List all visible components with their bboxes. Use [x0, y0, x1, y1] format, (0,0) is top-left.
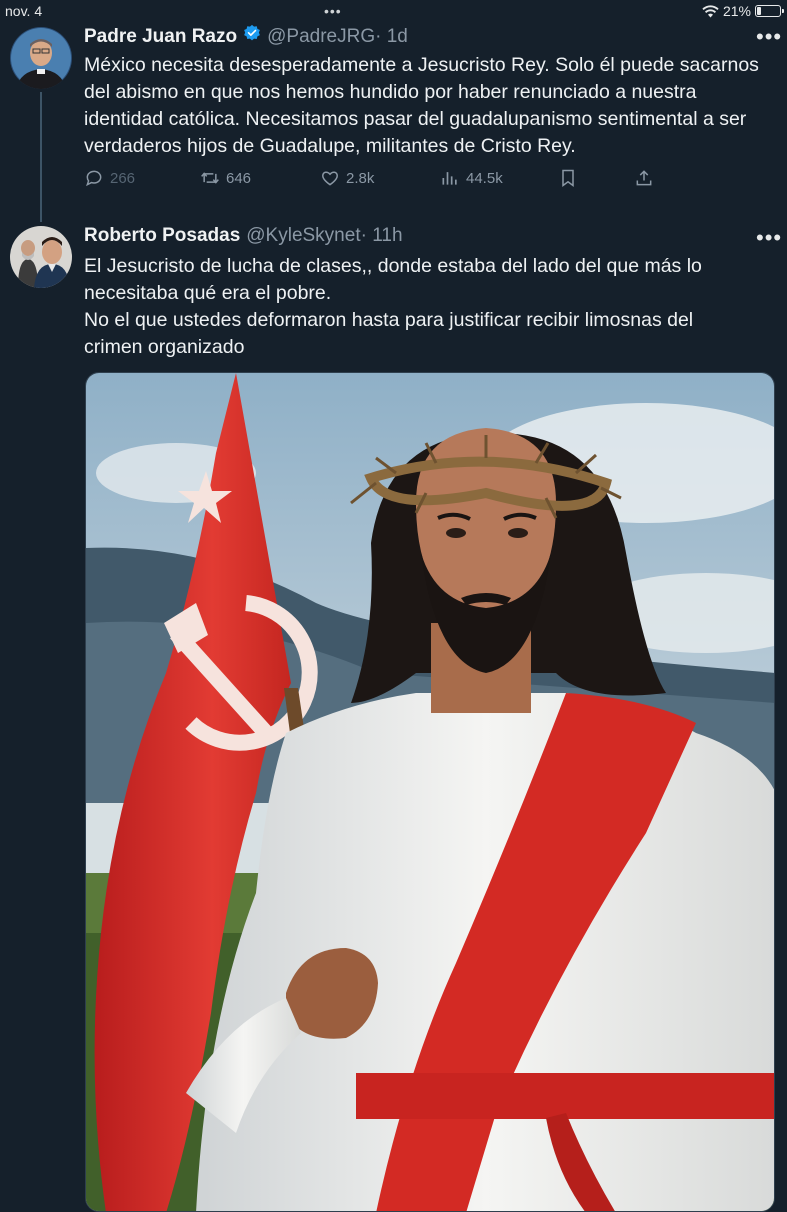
tweet1-actions: 266 646 2.8k 44.5k: [84, 168, 684, 194]
repost-button[interactable]: 646: [200, 168, 251, 188]
share-icon: [636, 170, 652, 186]
tweet2-more-icon[interactable]: •••: [756, 225, 782, 251]
repost-count: 646: [226, 169, 252, 187]
tweet2-text: El Jesucristo de lucha de clases,, donde…: [84, 255, 702, 358]
views-icon: [442, 172, 457, 185]
wifi-icon: [702, 4, 719, 17]
tweet2-media-image[interactable]: [85, 372, 775, 1212]
tweet1-header: Padre Juan Razo @PadreJRG · 1d: [84, 24, 408, 48]
reply-icon: [86, 170, 102, 187]
tweet2-handle[interactable]: @KyleSkynet: [246, 225, 360, 247]
views-count: 44.5k: [466, 169, 503, 187]
jesus-with-red-flag-illustration: [86, 373, 774, 1211]
status-right: 21%: [702, 3, 784, 19]
like-button[interactable]: 2.8k: [320, 168, 374, 188]
verified-badge-icon: [244, 24, 260, 41]
reply-button[interactable]: 266: [84, 168, 135, 188]
bookmark-button[interactable]: [558, 168, 578, 188]
bookmark-icon: [562, 169, 574, 187]
status-bar: nov. 4 ••• 21%: [0, 0, 787, 22]
status-date: nov. 4: [5, 3, 43, 19]
like-icon: [321, 171, 339, 186]
views-button[interactable]: 44.5k: [440, 168, 503, 188]
battery-icon: [755, 5, 784, 17]
tweet1-time[interactable]: · 1d: [375, 26, 408, 48]
tweet2-author-name[interactable]: Roberto Posadas: [84, 225, 240, 247]
share-button[interactable]: [634, 168, 654, 188]
multitasking-dots-icon[interactable]: •••: [324, 4, 342, 18]
avatar-padre-juan-razo[interactable]: [10, 27, 72, 89]
like-count: 2.8k: [346, 169, 375, 187]
reply-count: 266: [110, 169, 136, 187]
battery-percent: 21%: [722, 3, 751, 19]
thread-connector-line: [40, 92, 42, 222]
tweet1-handle[interactable]: @PadreJRG: [267, 26, 375, 48]
avatar-roberto-posadas[interactable]: [10, 226, 72, 288]
tweet2-time[interactable]: · 11h: [361, 225, 403, 247]
tweet2-header: Roberto Posadas @KyleSkynet · 11h: [84, 225, 403, 247]
tweet1-more-icon[interactable]: •••: [756, 24, 782, 50]
repost-icon: [201, 172, 219, 184]
tweet1-author-name[interactable]: Padre Juan Razo: [84, 26, 237, 48]
tweet1-text: México necesita desesperadamente a Jesuc…: [84, 54, 759, 157]
